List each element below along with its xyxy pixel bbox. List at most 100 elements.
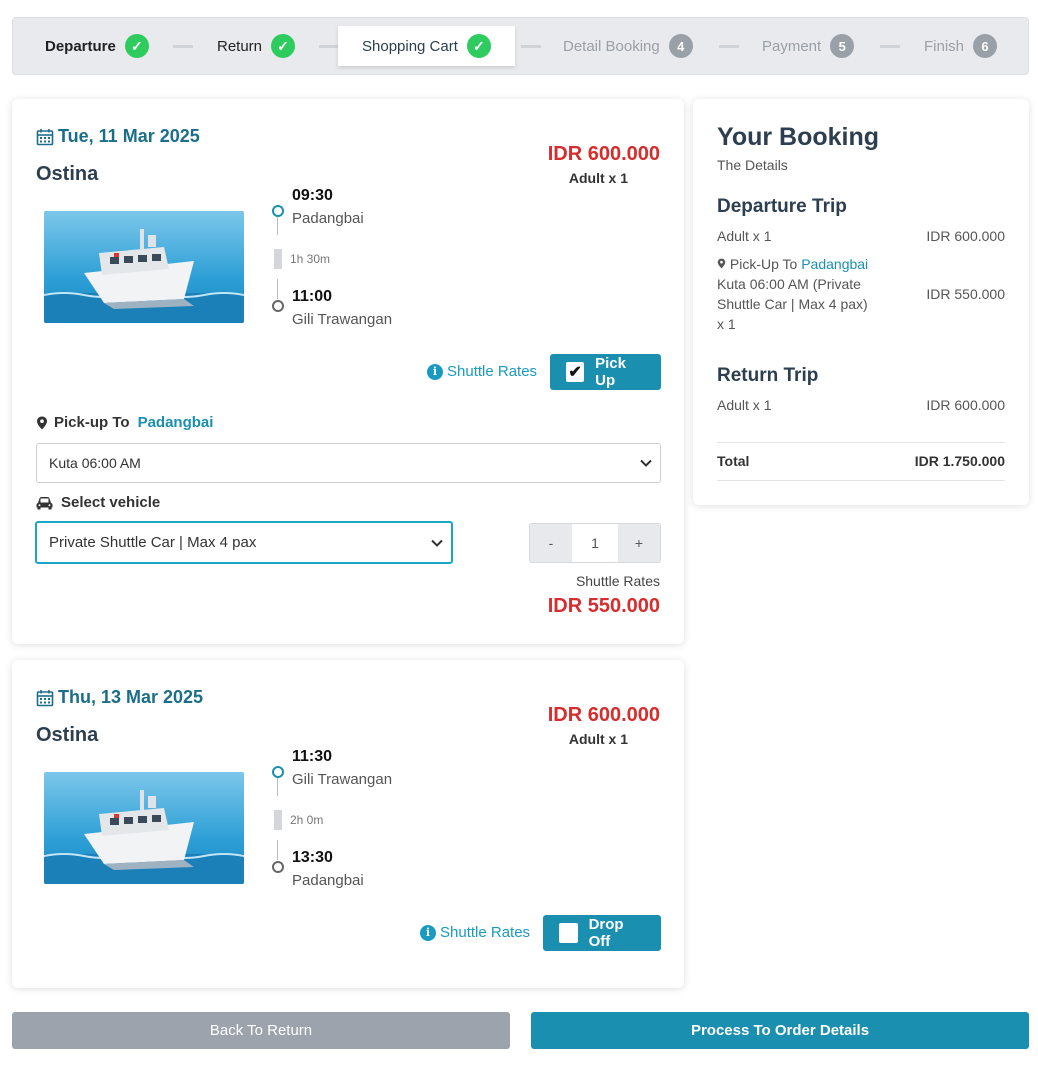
step-number: 5: [830, 34, 855, 58]
trip-timeline: 11:30 Gili Trawangan 2h 0m 13:30 Padangb…: [272, 748, 472, 889]
depart-place: Padangbai: [292, 210, 364, 227]
shuttle-rates-link[interactable]: i Shuttle Rates: [427, 363, 537, 380]
shuttle-rates-link[interactable]: i Shuttle Rates: [420, 924, 530, 941]
total-row: Total IDR 1.750.000: [717, 453, 1005, 469]
summary-divider: [717, 480, 1005, 481]
vehicle-label-text: Select vehicle: [61, 494, 161, 511]
check-icon: ✓: [271, 34, 296, 58]
trip-date-text: Tue, 11 Mar 2025: [58, 126, 200, 146]
return-adult-label: Adult x 1: [717, 397, 772, 413]
pickup-label-text: Pick-up To: [54, 414, 130, 431]
timeline-line: [277, 217, 278, 235]
vehicle-select[interactable]: Private Shuttle Car | Max 4 pax: [35, 521, 453, 564]
return-trip-heading: Return Trip: [717, 365, 819, 386]
pickup-field-label: Pick-up To Padangbai: [36, 414, 213, 431]
operator-name: Ostina: [36, 724, 99, 746]
map-pin-icon: [37, 416, 47, 429]
duration-bar: [274, 249, 282, 269]
step-finish[interactable]: Finish 6: [924, 18, 998, 74]
operator-name: Ostina: [36, 163, 99, 185]
checkbox-unchecked-icon: [559, 923, 578, 943]
info-icon: i: [420, 924, 436, 941]
step-return[interactable]: Return ✓: [217, 18, 296, 74]
arrive-dot: [272, 861, 284, 873]
boat-image: [44, 211, 244, 323]
total-label: Total: [717, 453, 750, 469]
drop-off-toggle[interactable]: Drop Off: [543, 915, 661, 951]
calendar-icon: [36, 128, 54, 145]
back-to-return-button[interactable]: Back To Return: [12, 1012, 510, 1049]
step-divider: [880, 45, 900, 48]
summary-title: Your Booking: [717, 123, 880, 151]
decrement-button[interactable]: -: [530, 524, 572, 562]
total-value: IDR 1.750.000: [914, 453, 1005, 469]
trip-price: IDR 600.000: [547, 143, 660, 165]
map-pin-icon: [717, 258, 726, 269]
shuttle-rate-price: IDR 550.000: [547, 595, 660, 617]
chevron-down-icon: [431, 539, 443, 547]
shuttle-rates-label: Shuttle Rates: [447, 363, 538, 380]
departure-adult-price: IDR 600.000: [926, 228, 1005, 244]
trip-date-text: Thu, 13 Mar 2025: [58, 687, 204, 707]
info-icon: i: [427, 363, 443, 380]
drop-off-label: Drop Off: [588, 916, 624, 950]
boat-image: [44, 772, 244, 884]
calendar-icon: [36, 689, 54, 706]
check-icon: ✓: [124, 34, 149, 58]
timeline-line: [277, 279, 278, 299]
arrive-time: 11:00: [292, 288, 333, 305]
pickup-time-select[interactable]: Kuta 06:00 AM: [36, 443, 661, 483]
trip-date: Tue, 11 Mar 2025: [36, 126, 200, 147]
process-order-button[interactable]: Process To Order Details: [531, 1012, 1029, 1049]
step-number: 4: [668, 34, 693, 58]
step-payment[interactable]: Payment 5: [762, 18, 855, 74]
step-label: Finish: [924, 37, 965, 55]
arrive-dot: [272, 300, 284, 312]
step-departure[interactable]: Departure ✓: [45, 18, 149, 74]
check-icon: ✓: [466, 34, 491, 58]
arrive-place: Padangbai: [292, 872, 364, 889]
quantity-input[interactable]: 1: [572, 524, 618, 562]
trip-price: IDR 600.000: [547, 704, 660, 726]
pickup-summary: Pick-Up To Padangbai Kuta 06:00 AM (Priv…: [717, 254, 877, 334]
vehicle-field-label: Select vehicle: [36, 494, 160, 511]
step-label: Detail Booking: [563, 37, 660, 55]
summary-subtitle: The Details: [717, 157, 788, 173]
step-label: Departure: [45, 37, 116, 55]
step-label: Shopping Cart: [362, 37, 458, 55]
increment-button[interactable]: +: [618, 524, 660, 562]
return-adult-price: IDR 600.000: [926, 397, 1005, 413]
departure-trip-card: Tue, 11 Mar 2025 Ostina IDR 600.000 Adul…: [12, 99, 684, 644]
depart-time: 11:30: [292, 748, 333, 765]
step-divider: [173, 45, 193, 48]
arrive-place: Gili Trawangan: [292, 311, 393, 328]
booking-stepper: Departure ✓ Return ✓ Shopping Cart ✓ Det…: [12, 17, 1029, 75]
shuttle-rates-caption: Shuttle Rates: [575, 573, 660, 589]
timeline-line: [277, 778, 278, 796]
step-detail-booking[interactable]: Detail Booking 4: [563, 18, 693, 74]
trip-duration: 2h 0m: [290, 813, 324, 827]
passenger-count: Adult x 1: [568, 731, 628, 747]
step-label: Payment: [762, 37, 822, 55]
step-divider: [719, 45, 739, 48]
step-shopping-cart[interactable]: Shopping Cart ✓: [338, 26, 515, 66]
depart-dot: [272, 766, 284, 778]
departure-trip-heading: Departure Trip: [717, 196, 847, 217]
departure-adult-row: Adult x 1 IDR 600.000: [717, 228, 1005, 244]
passenger-count: Adult x 1: [568, 170, 628, 186]
pickup-place: Padangbai: [137, 414, 214, 431]
depart-time: 09:30: [292, 187, 333, 204]
pickup-place: Padangbai: [801, 256, 869, 272]
vehicle-value: Private Shuttle Car | Max 4 pax: [49, 534, 257, 551]
step-number: 6: [973, 34, 998, 58]
pick-up-toggle[interactable]: ✔ Pick Up: [550, 354, 661, 390]
trip-date: Thu, 13 Mar 2025: [36, 687, 203, 708]
trip-duration: 1h 30m: [290, 252, 331, 266]
checkbox-checked-icon: ✔: [566, 362, 585, 382]
pickup-price: IDR 550.000: [926, 286, 1005, 302]
car-icon: [36, 496, 53, 509]
booking-summary: Your Booking The Details Departure Trip …: [693, 99, 1029, 505]
return-adult-row: Adult x 1 IDR 600.000: [717, 397, 1005, 413]
pick-up-label: Pick Up: [595, 355, 626, 389]
arrive-time: 13:30: [292, 849, 333, 866]
